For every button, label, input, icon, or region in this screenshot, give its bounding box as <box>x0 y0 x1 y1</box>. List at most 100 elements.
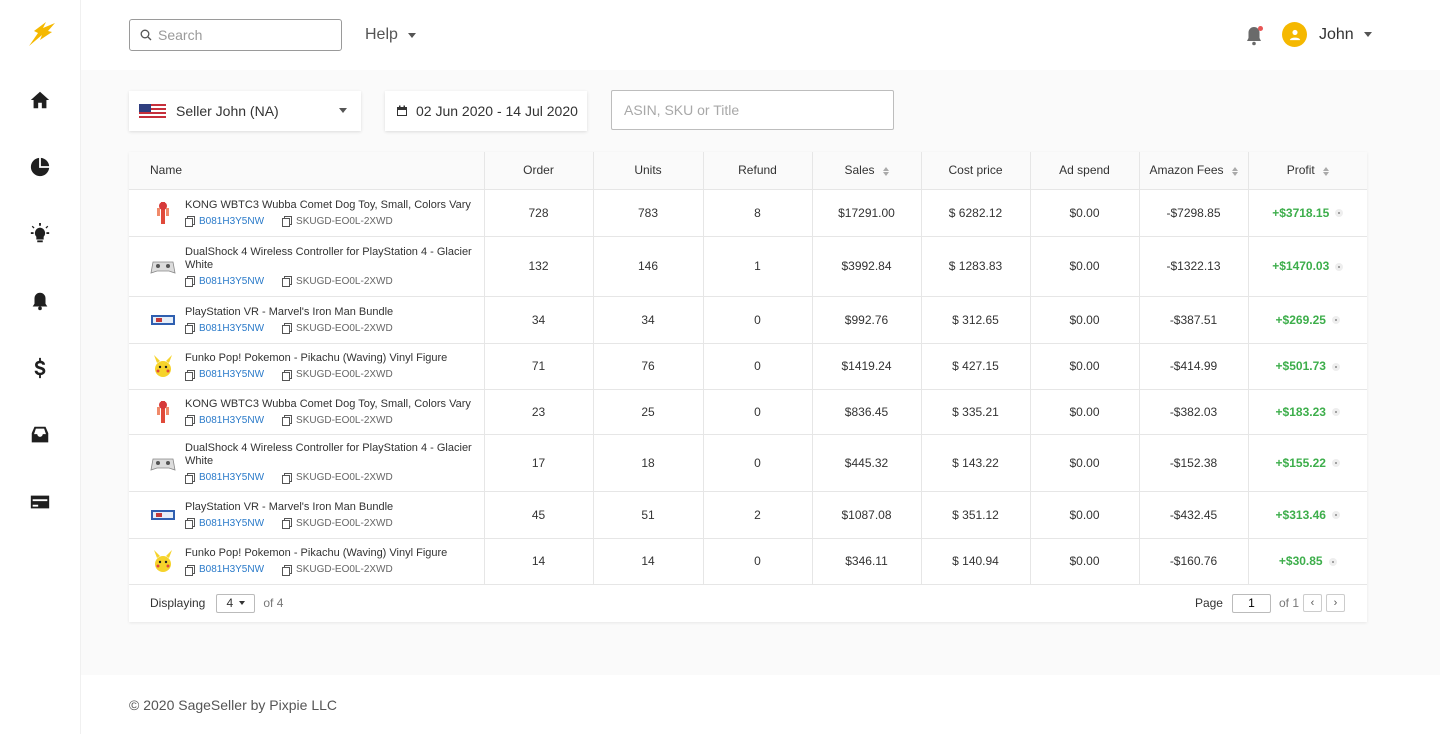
ad-spend-cell: $0.00 <box>1030 296 1140 344</box>
asin-link[interactable]: B081H3Y5NW <box>199 369 264 380</box>
column-header-units[interactable]: Units <box>593 152 704 190</box>
table-header-row: Name Order Units Refund Sales Cost price… <box>129 152 1367 190</box>
table-row[interactable]: DualShock 4 Wireless Controller for Play… <box>129 434 1367 492</box>
copy-icon[interactable] <box>185 415 195 426</box>
sort-icon[interactable] <box>1231 166 1238 176</box>
info-icon[interactable] <box>1331 459 1340 468</box>
table-row[interactable]: KONG WBTC3 Wubba Comet Dog Toy, Small, C… <box>129 389 1367 435</box>
search-box[interactable] <box>129 19 342 51</box>
copy-icon[interactable] <box>185 518 195 529</box>
notifications-button[interactable] <box>1244 25 1264 47</box>
logo-icon[interactable] <box>26 18 58 50</box>
column-header-name[interactable]: Name <box>129 152 485 190</box>
cost-price-cell: $ 143.22 <box>921 434 1031 492</box>
copy-icon[interactable] <box>185 276 195 287</box>
date-range-picker[interactable]: 02 Jun 2020 - 14 Jul 2020 <box>385 91 587 131</box>
product-title: DualShock 4 Wireless Controller for Play… <box>185 442 472 467</box>
product-title: PlayStation VR - Marvel's Iron Man Bundl… <box>185 305 394 318</box>
profit-value: +$155.22 <box>1275 455 1326 470</box>
copy-icon[interactable] <box>185 369 195 381</box>
search-input[interactable] <box>158 27 328 43</box>
copy-icon[interactable] <box>282 472 293 484</box>
table-row[interactable]: PlayStation VR - Marvel's Iron Man Bundl… <box>129 296 1367 344</box>
user-menu[interactable]: John <box>1282 22 1372 47</box>
calendar-icon <box>397 105 407 116</box>
product-thumbnail <box>150 548 176 574</box>
copy-icon[interactable] <box>282 518 293 529</box>
info-icon[interactable] <box>1331 511 1340 520</box>
copy-icon[interactable] <box>185 472 195 484</box>
column-header-refund[interactable]: Refund <box>703 152 813 190</box>
lightbulb-icon[interactable] <box>28 222 52 246</box>
seller-select[interactable]: Seller John (NA) <box>129 91 361 131</box>
copy-icon[interactable] <box>185 323 195 334</box>
column-header-profit[interactable]: Profit <box>1248 152 1367 190</box>
next-page-button[interactable]: › <box>1326 594 1345 612</box>
table-row[interactable]: DualShock 4 Wireless Controller for Play… <box>129 236 1367 297</box>
info-icon[interactable] <box>1335 262 1344 271</box>
ad-spend-cell: $0.00 <box>1030 343 1140 390</box>
copy-icon[interactable] <box>185 564 195 576</box>
copy-icon[interactable] <box>282 323 293 334</box>
help-label: Help <box>365 26 398 43</box>
dollar-icon[interactable] <box>28 356 52 380</box>
info-icon[interactable] <box>1335 209 1344 218</box>
prev-page-button[interactable]: ‹ <box>1303 594 1322 612</box>
profit-cell: +$30.85 <box>1248 538 1367 585</box>
column-header-amazon-fees[interactable]: Amazon Fees <box>1139 152 1249 190</box>
info-icon[interactable] <box>1331 316 1340 325</box>
refund-cell: 0 <box>703 296 813 344</box>
asin-link[interactable]: B081H3Y5NW <box>199 518 264 529</box>
info-icon[interactable] <box>1328 557 1337 566</box>
copy-icon[interactable] <box>282 276 293 287</box>
units-cell: 76 <box>593 343 704 390</box>
refund-cell: 0 <box>703 389 813 435</box>
notification-bell-icon[interactable] <box>28 289 52 313</box>
table-row[interactable]: PlayStation VR - Marvel's Iron Man Bundl… <box>129 491 1367 539</box>
asin-link[interactable]: B081H3Y5NW <box>199 276 264 287</box>
credit-card-icon[interactable] <box>28 490 52 514</box>
asin-link[interactable]: B081H3Y5NW <box>199 216 264 227</box>
copy-icon[interactable] <box>282 415 293 426</box>
column-header-sales[interactable]: Sales <box>812 152 922 190</box>
profit-cell: +$155.22 <box>1248 434 1367 492</box>
table-row[interactable]: KONG WBTC3 Wubba Comet Dog Toy, Small, C… <box>129 189 1367 237</box>
info-icon[interactable] <box>1331 408 1340 417</box>
asin-link[interactable]: B081H3Y5NW <box>199 415 264 426</box>
column-header-ad-spend[interactable]: Ad spend <box>1030 152 1140 190</box>
column-header-order[interactable]: Order <box>484 152 594 190</box>
refund-cell: 0 <box>703 434 813 492</box>
asin-link[interactable]: B081H3Y5NW <box>199 472 264 483</box>
units-cell: 51 <box>593 491 704 539</box>
per-page-select[interactable]: 4 <box>216 593 256 613</box>
refund-cell: 8 <box>703 189 813 237</box>
copy-icon[interactable] <box>282 369 293 381</box>
table-footer: Displaying 4 of 4 Page of 1 ‹ › <box>129 585 1367 622</box>
inbox-icon[interactable] <box>28 423 52 447</box>
sku-text: SKUGD-EO0L-2XWD <box>296 322 393 334</box>
copy-icon[interactable] <box>282 564 293 576</box>
pie-chart-icon[interactable] <box>28 155 52 179</box>
asin-link[interactable]: B081H3Y5NW <box>199 564 264 575</box>
refund-cell: 0 <box>703 538 813 585</box>
column-header-cost-price[interactable]: Cost price <box>921 152 1031 190</box>
product-thumbnail <box>150 253 176 279</box>
copy-icon[interactable] <box>185 216 195 227</box>
product-title: DualShock 4 Wireless Controller for Play… <box>185 245 472 271</box>
table-row[interactable]: Funko Pop! Pokemon - Pikachu (Waving) Vi… <box>129 343 1367 390</box>
table-row[interactable]: Funko Pop! Pokemon - Pikachu (Waving) Vi… <box>129 538 1367 585</box>
asin-sku-search-input[interactable] <box>611 90 894 130</box>
ad-spend-cell: $0.00 <box>1030 538 1140 585</box>
home-icon[interactable] <box>28 88 52 112</box>
copy-icon[interactable] <box>282 216 293 227</box>
ad-spend-cell: $0.00 <box>1030 434 1140 492</box>
cost-price-cell: $ 140.94 <box>921 538 1031 585</box>
avatar <box>1282 22 1307 47</box>
sort-icon[interactable] <box>1322 166 1329 176</box>
profit-value: +$1470.03 <box>1272 259 1330 273</box>
info-icon[interactable] <box>1331 362 1340 371</box>
help-menu[interactable]: Help <box>365 26 416 44</box>
sort-icon[interactable] <box>882 166 889 176</box>
page-number-input[interactable] <box>1231 593 1271 613</box>
asin-link[interactable]: B081H3Y5NW <box>199 323 264 334</box>
